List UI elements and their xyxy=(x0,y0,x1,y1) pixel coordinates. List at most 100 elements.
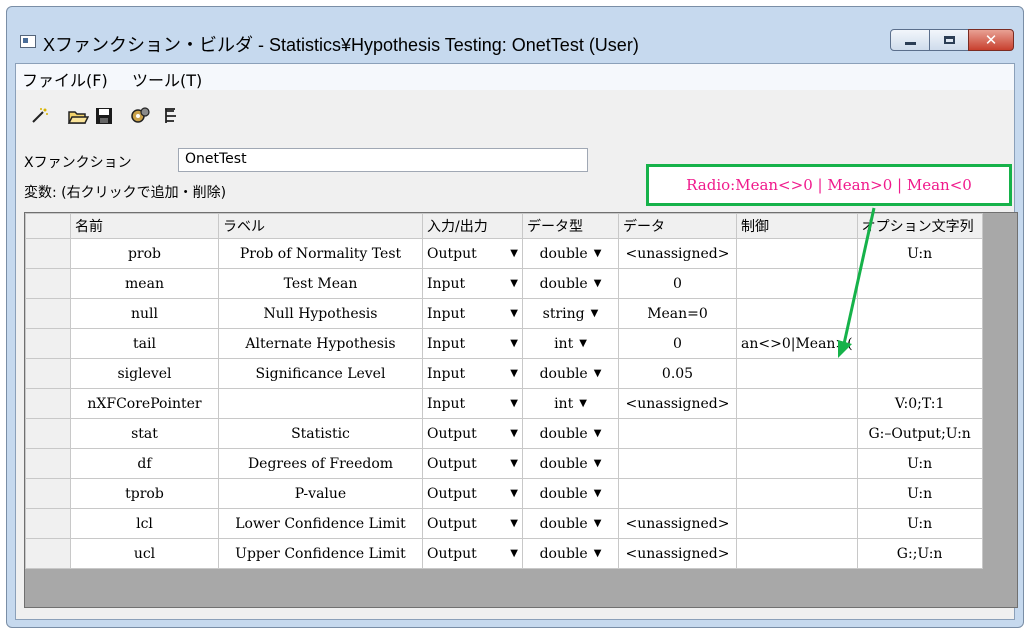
cell-label[interactable]: Test Mean xyxy=(218,268,423,299)
row-header[interactable] xyxy=(25,358,71,389)
tools-button[interactable] xyxy=(128,104,152,128)
cell-name[interactable]: lcl xyxy=(70,508,219,539)
cell-name[interactable]: nXFCorePointer xyxy=(70,388,219,419)
column-header-data[interactable]: データ xyxy=(618,213,737,239)
cell-control[interactable] xyxy=(736,508,858,539)
cell-option[interactable] xyxy=(856,268,983,299)
cell-datatype[interactable]: double ▼ xyxy=(522,268,619,299)
dropdown-arrow-icon[interactable]: ▼ xyxy=(510,428,518,439)
menu-tools[interactable]: ツール(T) xyxy=(132,67,202,91)
cell-io[interactable]: Input ▼ xyxy=(422,358,523,389)
cell-name[interactable]: stat xyxy=(70,418,219,449)
dropdown-arrow-icon[interactable]: ▼ xyxy=(594,518,602,529)
row-header[interactable] xyxy=(25,478,71,509)
cell-data[interactable]: <unassigned> xyxy=(618,388,737,419)
cell-name[interactable]: siglevel xyxy=(70,358,219,389)
cell-control[interactable] xyxy=(736,298,858,329)
cell-io[interactable]: Output ▼ xyxy=(422,448,523,479)
dropdown-arrow-icon[interactable]: ▼ xyxy=(510,458,518,469)
minimize-button[interactable] xyxy=(890,29,930,51)
cell-data[interactable] xyxy=(618,448,737,479)
cell-label[interactable]: Null Hypothesis xyxy=(218,298,423,329)
cell-label[interactable]: Degrees of Freedom xyxy=(218,448,423,479)
cell-control[interactable]: an<>0|Mean>( xyxy=(736,328,858,359)
cell-io[interactable]: Input ▼ xyxy=(422,298,523,329)
row-header[interactable] xyxy=(25,448,71,479)
table-row[interactable]: prob Prob of Normality Test Output ▼ double ▼… xyxy=(25,238,983,269)
cell-option[interactable]: U:n xyxy=(856,478,983,509)
dropdown-arrow-icon[interactable]: ▼ xyxy=(510,518,518,529)
cell-name[interactable]: tprob xyxy=(70,478,219,509)
column-header-name[interactable]: 名前 xyxy=(70,213,219,239)
cell-control[interactable] xyxy=(736,358,858,389)
dropdown-arrow-icon[interactable]: ▼ xyxy=(510,368,518,379)
menu-file[interactable]: ファイル(F) xyxy=(22,67,108,91)
cell-label[interactable]: Upper Confidence Limit xyxy=(218,538,423,569)
dropdown-arrow-icon[interactable]: ▼ xyxy=(594,428,602,439)
dropdown-arrow-icon[interactable]: ▼ xyxy=(594,278,602,289)
dropdown-arrow-icon[interactable]: ▼ xyxy=(591,308,599,319)
table-row[interactable]: nXFCorePointer Input ▼ int ▼ <unassigned> V:0;… xyxy=(25,388,983,419)
cell-control[interactable] xyxy=(736,268,858,299)
cell-control[interactable] xyxy=(736,478,858,509)
table-row[interactable]: stat Statistic Output ▼ double ▼ G:–Output;U:n xyxy=(25,418,983,449)
cell-option[interactable]: G:–Output;U:n xyxy=(856,418,983,449)
variables-grid[interactable]: 名前 ラベル 入力/出力 データ型 データ 制御 オプション文字列 prob Pr… xyxy=(24,212,1018,608)
cell-control[interactable] xyxy=(736,448,858,479)
title-bar[interactable]: Xファンクション・ビルダ - Statistics¥Hypothesis Tes… xyxy=(7,7,1023,63)
maximize-button[interactable] xyxy=(929,29,969,51)
cell-option[interactable]: U:n xyxy=(856,238,983,269)
app-icon[interactable] xyxy=(20,35,36,48)
cell-io[interactable]: Input ▼ xyxy=(422,268,523,299)
cell-option[interactable]: U:n xyxy=(856,448,983,479)
cell-datatype[interactable]: double ▼ xyxy=(522,418,619,449)
cell-label[interactable]: Statistic xyxy=(218,418,423,449)
table-row[interactable]: siglevel Significance Level Input ▼ double ▼ 0… xyxy=(25,358,983,389)
cell-datatype[interactable]: double ▼ xyxy=(522,478,619,509)
dropdown-arrow-icon[interactable]: ▼ xyxy=(594,368,602,379)
column-header-label[interactable]: ラベル xyxy=(218,213,423,239)
cell-data[interactable]: 0.05 xyxy=(618,358,737,389)
cell-label[interactable] xyxy=(218,388,423,419)
cell-option[interactable]: V:0;T:1 xyxy=(856,388,983,419)
cell-name[interactable]: prob xyxy=(70,238,219,269)
dropdown-arrow-icon[interactable]: ▼ xyxy=(594,548,602,559)
cell-datatype[interactable]: double ▼ xyxy=(522,508,619,539)
cell-name[interactable]: tail xyxy=(70,328,219,359)
dropdown-arrow-icon[interactable]: ▼ xyxy=(510,338,518,349)
cell-control[interactable] xyxy=(736,388,858,419)
cell-io[interactable]: Input ▼ xyxy=(422,388,523,419)
cell-datatype[interactable]: double ▼ xyxy=(522,358,619,389)
cell-label[interactable]: Significance Level xyxy=(218,358,423,389)
cell-io[interactable]: Output ▼ xyxy=(422,538,523,569)
cell-data[interactable]: 0 xyxy=(618,328,737,359)
dropdown-arrow-icon[interactable]: ▼ xyxy=(594,248,602,259)
dropdown-arrow-icon[interactable]: ▼ xyxy=(510,548,518,559)
table-row[interactable]: ucl Upper Confidence Limit Output ▼ double ▼ <… xyxy=(25,538,983,569)
column-header-option[interactable]: オプション文字列 xyxy=(856,213,983,239)
dropdown-arrow-icon[interactable]: ▼ xyxy=(510,398,518,409)
cell-option[interactable]: U:n xyxy=(856,508,983,539)
cell-io[interactable]: Output ▼ xyxy=(422,418,523,449)
dropdown-arrow-icon[interactable]: ▼ xyxy=(594,488,602,499)
row-header[interactable] xyxy=(25,538,71,569)
cell-label[interactable]: P-value xyxy=(218,478,423,509)
cell-datatype[interactable]: int ▼ xyxy=(522,388,619,419)
cell-data[interactable]: <unassigned> xyxy=(618,508,737,539)
dropdown-arrow-icon[interactable]: ▼ xyxy=(579,338,587,349)
cell-datatype[interactable]: double ▼ xyxy=(522,238,619,269)
column-header-control[interactable]: 制御 xyxy=(736,213,858,239)
cell-name[interactable]: df xyxy=(70,448,219,479)
cell-io[interactable]: Input ▼ xyxy=(422,328,523,359)
table-row[interactable]: tprob P-value Output ▼ double ▼ U:n xyxy=(25,478,983,509)
table-row[interactable]: null Null Hypothesis Input ▼ string ▼ Mean=0 xyxy=(25,298,983,329)
tree-button[interactable] xyxy=(160,104,184,128)
dropdown-arrow-icon[interactable]: ▼ xyxy=(510,488,518,499)
cell-control[interactable] xyxy=(736,418,858,449)
dropdown-arrow-icon[interactable]: ▼ xyxy=(579,398,587,409)
cell-io[interactable]: Output ▼ xyxy=(422,238,523,269)
cell-name[interactable]: mean xyxy=(70,268,219,299)
close-button[interactable]: ✕ xyxy=(968,29,1014,51)
open-button[interactable] xyxy=(66,104,90,128)
dropdown-arrow-icon[interactable]: ▼ xyxy=(510,308,518,319)
